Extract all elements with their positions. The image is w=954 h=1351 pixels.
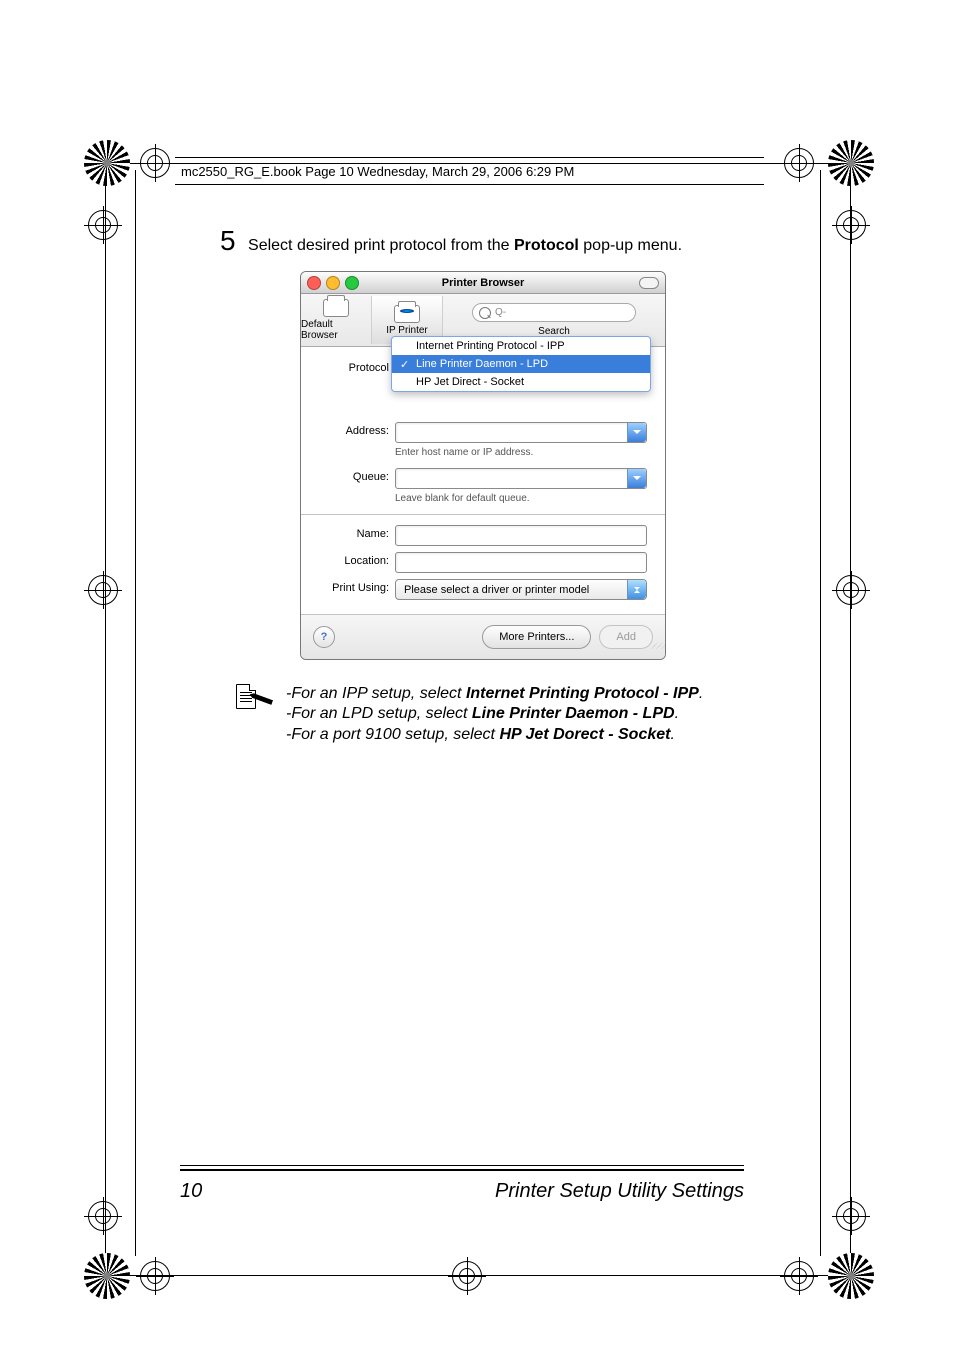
print-registration-icon	[836, 575, 866, 605]
print-registration-icon	[140, 148, 170, 178]
print-spoke-icon	[828, 1253, 874, 1299]
divider	[301, 514, 665, 515]
more-printers-button[interactable]: More Printers...	[482, 625, 591, 649]
print-registration-icon	[88, 575, 118, 605]
page-title: Printer Setup Utility Settings	[495, 1180, 744, 1203]
minimize-icon[interactable]	[326, 276, 340, 290]
print-using-label: Print Using:	[319, 579, 395, 594]
window-titlebar: Printer Browser	[301, 272, 665, 294]
close-icon[interactable]	[307, 276, 321, 290]
queue-row: Queue:	[319, 468, 647, 489]
address-row: Address:	[319, 422, 647, 443]
note-block: -For an IPP setup, select Internet Print…	[234, 684, 754, 745]
print-registration-icon	[140, 1261, 170, 1291]
toolbar-default-browser[interactable]: Default Browser	[301, 296, 372, 344]
location-label: Location:	[319, 552, 395, 567]
chevron-down-icon	[627, 469, 646, 488]
crop-line	[850, 180, 851, 1256]
page-body: 5 Select desired print protocol from the…	[220, 225, 754, 1191]
window-title: Printer Browser	[442, 277, 525, 289]
chevron-down-icon	[627, 423, 646, 442]
queue-hint: Leave blank for default queue.	[395, 493, 647, 504]
queue-input[interactable]	[395, 468, 647, 489]
crop-line	[105, 180, 106, 1256]
print-spoke-icon	[828, 140, 874, 186]
search-icon	[479, 307, 491, 319]
page-number: 10	[180, 1180, 202, 1203]
location-row: Location:	[319, 552, 647, 573]
print-registration-icon	[452, 1261, 482, 1291]
queue-label: Queue:	[319, 468, 395, 483]
protocol-option-socket[interactable]: HP Jet Direct - Socket	[392, 373, 650, 391]
address-hint: Enter host name or IP address.	[395, 447, 647, 458]
footer-rule	[180, 1165, 744, 1171]
note-text: -For an IPP setup, select Internet Print…	[286, 684, 703, 745]
window-footer: ? More Printers... Add	[301, 614, 665, 659]
printer-icon	[323, 299, 349, 317]
name-label: Name:	[319, 525, 395, 540]
location-input[interactable]	[395, 552, 647, 573]
print-registration-icon	[784, 1261, 814, 1291]
address-label: Address:	[319, 422, 395, 437]
protocol-option-ipp[interactable]: Internet Printing Protocol - IPP	[392, 337, 650, 355]
protocol-menu: Internet Printing Protocol - IPP Line Pr…	[391, 336, 651, 392]
address-input[interactable]	[395, 422, 647, 443]
print-registration-icon	[836, 1201, 866, 1231]
print-spoke-icon	[84, 140, 130, 186]
print-spoke-icon	[84, 1253, 130, 1299]
add-button: Add	[599, 625, 653, 649]
name-row: Name:	[319, 525, 647, 546]
print-registration-icon	[88, 1201, 118, 1231]
protocol-label: Protocol	[319, 359, 395, 374]
print-registration-icon	[784, 148, 814, 178]
step: 5 Select desired print protocol from the…	[220, 225, 754, 257]
protocol-row: Protocol Line Printer Daemon - LPD Inter…	[319, 359, 647, 380]
step-text: Select desired print protocol from the P…	[248, 237, 682, 254]
print-header: mc2550_RG_E.book Page 10 Wednesday, Marc…	[175, 157, 764, 185]
crop-line	[115, 163, 839, 164]
protocol-option-lpd[interactable]: Line Printer Daemon - LPD	[392, 355, 650, 373]
print-using-popup[interactable]: Please select a driver or printer model	[395, 579, 647, 600]
toolbar-pill-icon[interactable]	[639, 277, 659, 289]
print-header-text: mc2550_RG_E.book Page 10 Wednesday, Marc…	[181, 164, 574, 179]
printer-browser-window: Printer Browser Default Browser IP Print…	[300, 271, 666, 660]
crop-line	[135, 170, 136, 1256]
crop-line	[820, 170, 821, 1256]
note-icon	[234, 684, 274, 712]
name-input[interactable]	[395, 525, 647, 546]
search-input[interactable]: Q-	[472, 303, 636, 322]
print-registration-icon	[88, 210, 118, 240]
print-using-row: Print Using: Please select a driver or p…	[319, 579, 647, 600]
chevron-updown-icon	[627, 580, 646, 599]
zoom-icon[interactable]	[345, 276, 359, 290]
print-registration-icon	[836, 210, 866, 240]
help-button[interactable]: ?	[313, 626, 335, 648]
ip-printer-icon	[394, 305, 420, 323]
resize-grip-icon[interactable]: ／／／／／	[651, 645, 663, 657]
step-number: 5	[220, 225, 236, 257]
